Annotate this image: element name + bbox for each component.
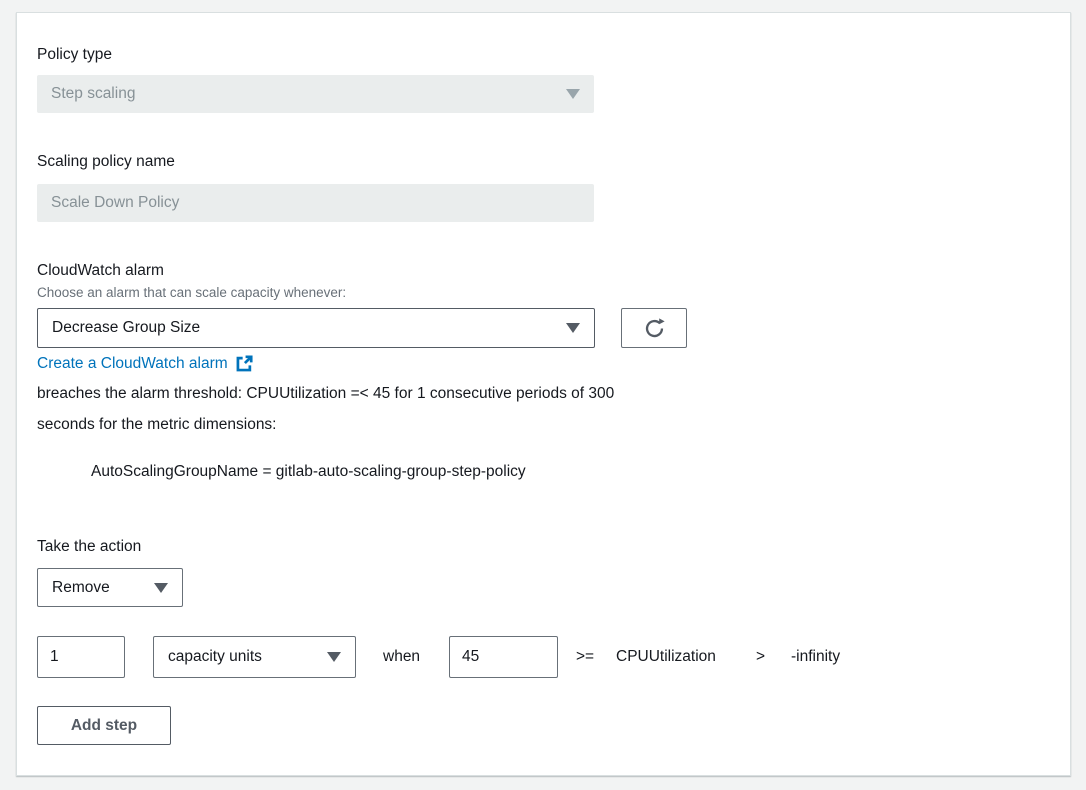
policy-name-input: Scale Down Policy xyxy=(37,184,594,222)
policy-type-label: Policy type xyxy=(37,45,112,65)
step-unit-value: capacity units xyxy=(168,648,262,666)
chevron-down-icon xyxy=(566,323,580,333)
action-type-value: Remove xyxy=(52,579,110,597)
metric-dimension-text: AutoScalingGroupName = gitlab-auto-scali… xyxy=(91,462,526,482)
step-adjustment-row: capacity units when >= CPUUtilization > … xyxy=(37,636,1047,678)
cloudwatch-alarm-description: Choose an alarm that can scale capacity … xyxy=(37,284,346,302)
cloudwatch-alarm-selected-value: Decrease Group Size xyxy=(52,319,200,337)
create-cloudwatch-alarm-link[interactable]: Create a CloudWatch alarm xyxy=(37,355,253,373)
lower-operator-label: > xyxy=(756,636,765,678)
add-step-button[interactable]: Add step xyxy=(37,706,171,745)
cloudwatch-alarm-label: CloudWatch alarm xyxy=(37,261,164,281)
lower-bound-label: -infinity xyxy=(791,636,840,678)
take-the-action-label: Take the action xyxy=(37,537,141,557)
policy-type-value: Step scaling xyxy=(51,85,135,103)
refresh-alarms-button[interactable] xyxy=(621,308,687,348)
refresh-icon xyxy=(643,317,666,340)
cloudwatch-alarm-select[interactable]: Decrease Group Size xyxy=(37,308,595,348)
step-threshold-input[interactable] xyxy=(449,636,558,678)
policy-name-label: Scaling policy name xyxy=(37,152,175,172)
action-type-select[interactable]: Remove xyxy=(37,568,183,607)
chevron-down-icon xyxy=(154,583,168,593)
policy-type-select: Step scaling xyxy=(37,75,594,113)
alarm-threshold-text-line1: breaches the alarm threshold: CPUUtiliza… xyxy=(37,384,614,404)
step-amount-input[interactable] xyxy=(37,636,125,678)
create-cloudwatch-alarm-link-text[interactable]: Create a CloudWatch alarm xyxy=(37,355,228,373)
metric-name-label: CPUUtilization xyxy=(616,636,716,678)
upper-operator-label: >= xyxy=(576,636,594,678)
when-label: when xyxy=(383,636,420,678)
chevron-down-icon xyxy=(327,652,341,662)
scaling-policy-form-card: Policy type Step scaling Scaling policy … xyxy=(16,12,1071,776)
chevron-down-icon xyxy=(566,89,580,99)
external-link-icon xyxy=(235,355,253,373)
step-unit-select[interactable]: capacity units xyxy=(153,636,356,678)
alarm-threshold-text-line2: seconds for the metric dimensions: xyxy=(37,415,277,435)
policy-name-placeholder: Scale Down Policy xyxy=(51,194,179,212)
